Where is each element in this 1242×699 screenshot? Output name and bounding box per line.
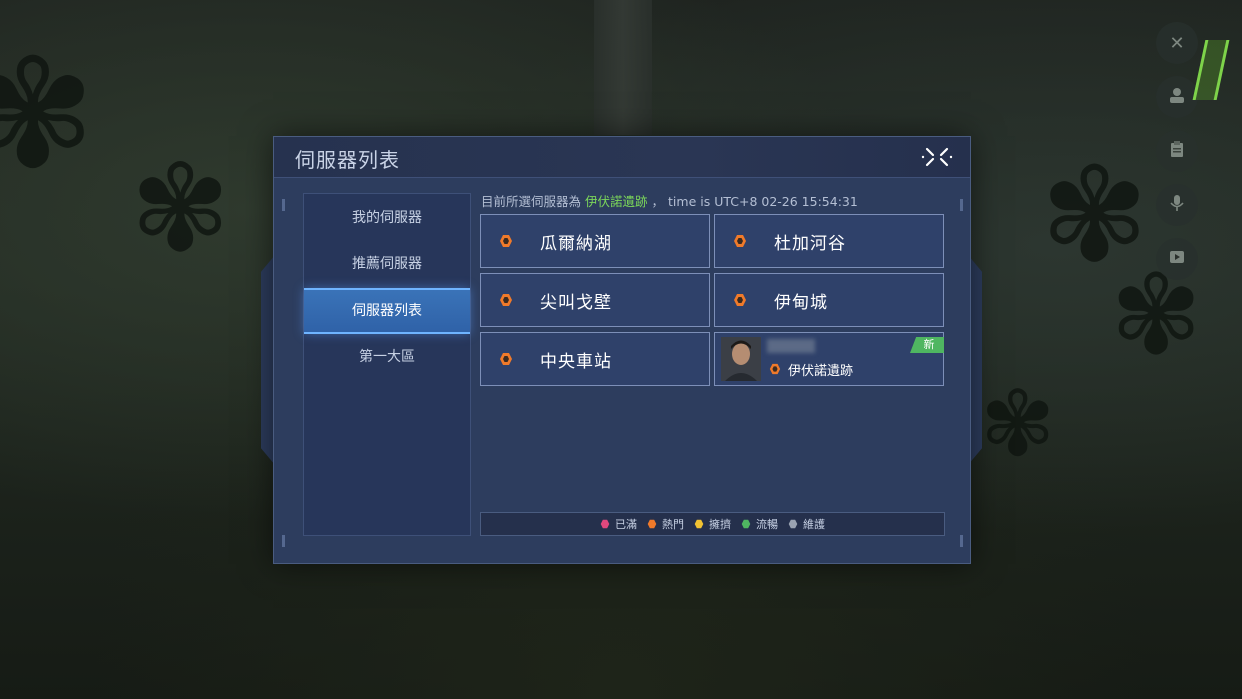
server-card[interactable]: 尖叫戈壁 (480, 273, 710, 327)
legend-item-busy: 擁擠 (694, 516, 731, 532)
server-name: 伊伏諾遺跡 (788, 364, 854, 379)
hot-status-icon (500, 353, 512, 365)
clipboard-icon (1168, 140, 1186, 163)
server-card[interactable]: 杜加河谷 (714, 214, 944, 268)
microphone-icon (1168, 194, 1186, 217)
legend-item-hot: 熱門 (647, 516, 684, 532)
nav-item-recommended[interactable]: 推薦伺服器 (304, 243, 470, 285)
frame-corner (282, 535, 285, 547)
profile-button[interactable] (1156, 76, 1198, 118)
user-icon (1168, 86, 1186, 109)
close-icon (921, 147, 953, 167)
wrench-icon: ✕ (1169, 32, 1185, 54)
nav-item-my-servers[interactable]: 我的伺服器 (304, 197, 470, 239)
notes-button[interactable] (1156, 130, 1198, 172)
background-palm: ✾ (980, 372, 1056, 477)
legend-item-full: 已滿 (600, 516, 637, 532)
nav-item-server-list[interactable]: 伺服器列表 (304, 288, 470, 334)
server-name: 伊甸城 (774, 293, 828, 313)
video-icon (1168, 248, 1186, 271)
character-avatar (721, 337, 761, 381)
background-palm: ✾ (0, 28, 96, 202)
dialog-header: 伺服器列表 (274, 137, 970, 178)
server-list-dialog: 伺服器列表 我的伺服器 推薦伺服器 伺服器列表 第一大區 目前所選伺服器為 伊伏諾… (273, 136, 971, 564)
server-time: time is UTC+8 02-26 15:54:31 (668, 194, 858, 209)
frame-corner (960, 199, 963, 211)
server-name: 尖叫戈壁 (540, 293, 612, 313)
legend-item-maintenance: 維護 (788, 516, 825, 532)
video-button[interactable] (1156, 238, 1198, 280)
wrench-button[interactable]: ✕ (1156, 22, 1198, 64)
voice-button[interactable] (1156, 184, 1198, 226)
server-card[interactable]: 中央車站 (480, 332, 710, 386)
close-button[interactable] (920, 143, 954, 171)
maintenance-status-icon (788, 519, 798, 529)
server-name: 杜加河谷 (774, 234, 846, 254)
frame-corner (960, 535, 963, 547)
server-name: 瓜爾納湖 (540, 234, 612, 254)
hot-status-icon (734, 235, 746, 247)
new-badge: 新 (910, 337, 944, 353)
background-tower (594, 0, 652, 135)
current-server-separator: ， (651, 194, 665, 209)
hot-status-icon (734, 294, 746, 306)
legend-label: 流暢 (756, 518, 778, 531)
server-name: 中央車站 (540, 352, 612, 372)
legend-label: 擁擠 (709, 518, 731, 531)
server-card-with-character[interactable]: 伊伏諾遺跡 新 (714, 332, 944, 386)
current-server-name: 伊伏諾遺跡 (585, 194, 648, 209)
server-card[interactable]: 伊甸城 (714, 273, 944, 327)
server-card[interactable]: 瓜爾納湖 (480, 214, 710, 268)
server-category-nav: 我的伺服器 推薦伺服器 伺服器列表 第一大區 (303, 193, 471, 536)
legend-item-smooth: 流暢 (741, 516, 778, 532)
full-status-icon (600, 519, 610, 529)
hot-status-icon (500, 235, 512, 247)
status-legend: 已滿 熱門 擁擠 流暢 維護 (480, 512, 945, 536)
current-server-info: 目前所選伺服器為 伊伏諾遺跡， time is UTC+8 02-26 15:54… (481, 191, 858, 210)
hot-status-icon (769, 363, 781, 375)
legend-label: 熱門 (662, 518, 684, 531)
smooth-status-icon (741, 519, 751, 529)
current-server-prefix: 目前所選伺服器為 (481, 194, 582, 209)
background-palm: ✾ (130, 140, 231, 279)
status-indicator (1192, 40, 1230, 100)
legend-label: 已滿 (615, 518, 637, 531)
character-name-hidden (767, 339, 815, 353)
legend-label: 維護 (803, 518, 825, 531)
nav-item-region-one[interactable]: 第一大區 (304, 336, 470, 378)
hot-status-icon (647, 519, 657, 529)
hot-status-icon (500, 294, 512, 306)
frame-corner (282, 199, 285, 211)
dialog-title: 伺服器列表 (295, 148, 400, 172)
busy-status-icon (694, 519, 704, 529)
